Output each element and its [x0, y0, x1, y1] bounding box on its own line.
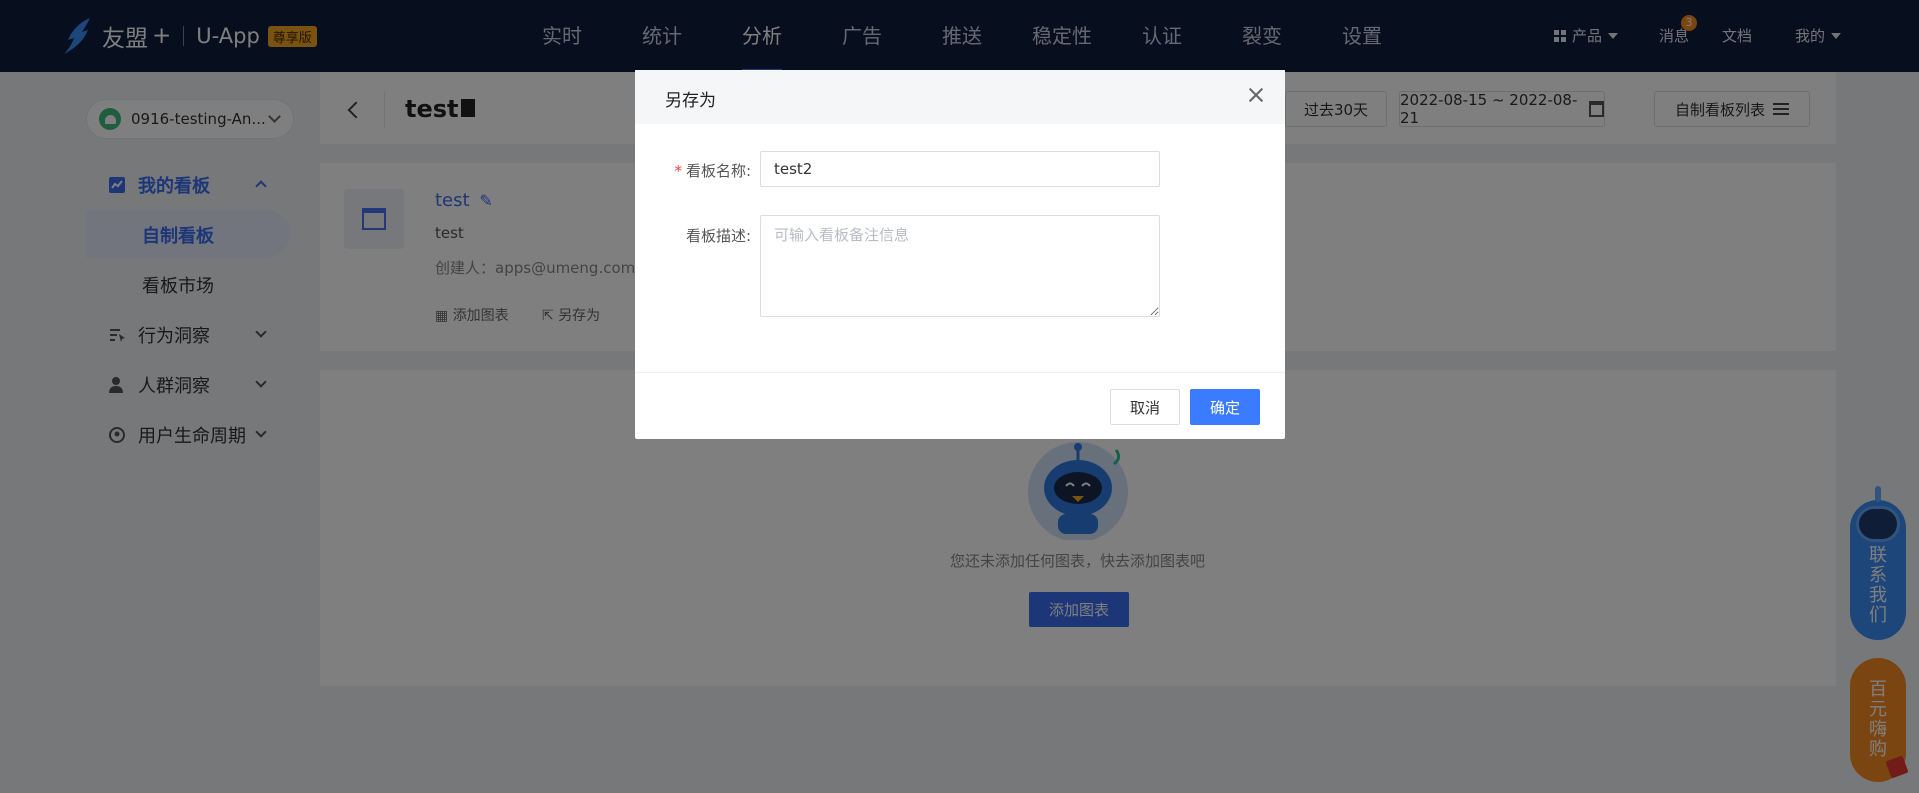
board-desc-textarea[interactable]: [760, 215, 1160, 317]
save-as-dialog: 另存为 *看板名称: 看板描述: 取消 确定: [635, 70, 1285, 439]
cancel-button[interactable]: 取消: [1110, 389, 1180, 425]
confirm-button[interactable]: 确定: [1190, 389, 1260, 425]
dialog-title: 另存为: [665, 91, 716, 111]
dialog-footer-divider: [635, 372, 1285, 373]
board-name-input[interactable]: [760, 151, 1160, 187]
close-icon[interactable]: [1245, 84, 1267, 106]
board-desc-label: 看板描述:: [685, 227, 751, 245]
board-name-label-text: 看板名称:: [685, 162, 751, 180]
required-asterisk: *: [674, 162, 682, 180]
dialog-header: 另存为: [635, 70, 1285, 124]
board-name-label: * 看板名称:: [665, 160, 751, 181]
